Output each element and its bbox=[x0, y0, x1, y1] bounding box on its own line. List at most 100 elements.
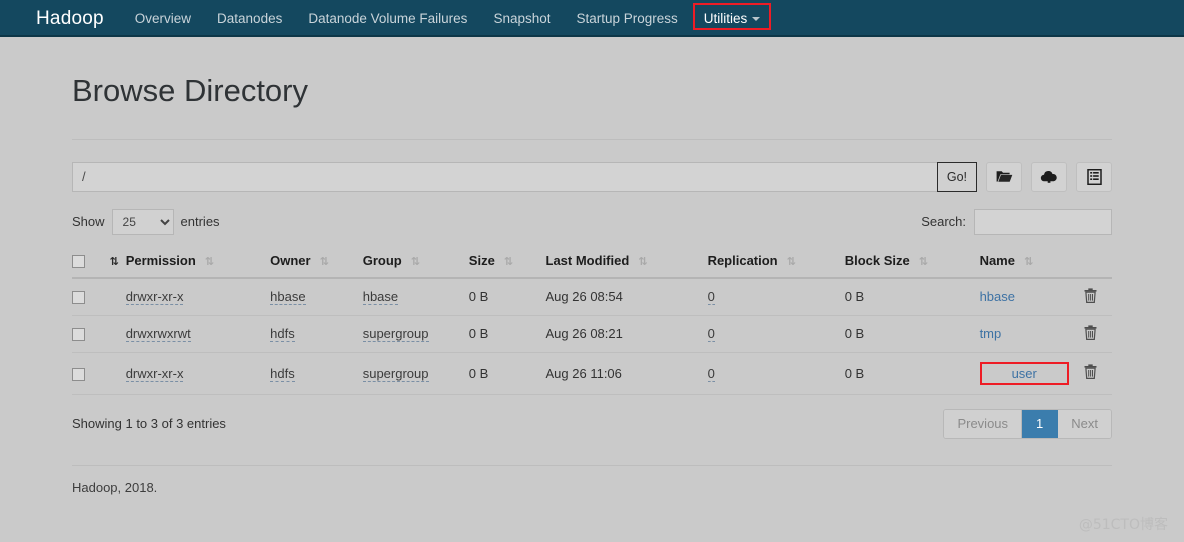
nav-item-startup-progress[interactable]: Startup Progress bbox=[563, 0, 690, 35]
cell-permission: drwxr-xr-x bbox=[125, 352, 271, 395]
file-name-link[interactable]: hbase bbox=[980, 289, 1015, 304]
entries-label: entries bbox=[180, 214, 220, 230]
cell-last-modified: Aug 26 11:06 bbox=[545, 352, 708, 395]
column-header-select-all[interactable] bbox=[72, 246, 101, 279]
row-spacer-cell bbox=[100, 352, 126, 395]
replication-value[interactable]: 0 bbox=[707, 365, 715, 382]
sort-both-icon[interactable]: ⇅ bbox=[787, 255, 796, 268]
column-header-permission[interactable]: Permission ⇅ bbox=[125, 246, 271, 279]
show-entries-control: Show 25 50 100 entries bbox=[72, 208, 227, 235]
permission-value[interactable]: drwxr-xr-x bbox=[125, 365, 184, 382]
column-header-group[interactable]: Group ⇅ bbox=[362, 246, 469, 279]
group-value[interactable]: supergroup bbox=[362, 365, 429, 382]
select-all-checkbox[interactable] bbox=[72, 254, 85, 268]
cell-block-size: 0 B bbox=[844, 352, 980, 395]
column-header-last-modified[interactable]: Last Modified ⇅ bbox=[545, 246, 708, 279]
cell-replication: 0 bbox=[707, 315, 845, 353]
column-header-block-size-label: Block Size bbox=[844, 252, 910, 268]
annotation-box-user-link: user bbox=[979, 361, 1069, 385]
cell-name: tmp bbox=[979, 315, 1069, 353]
file-name-link[interactable]: tmp bbox=[980, 326, 1002, 341]
permission-value[interactable]: drwxrwxrwt bbox=[125, 326, 191, 343]
column-header-permission-label: Permission bbox=[125, 252, 196, 268]
replication-value[interactable]: 0 bbox=[707, 326, 715, 343]
folder-open-icon bbox=[996, 169, 1013, 184]
row-checkbox[interactable] bbox=[72, 328, 85, 342]
upload-file-button[interactable] bbox=[1031, 161, 1067, 192]
nav-item-datanodes[interactable]: Datanodes bbox=[204, 0, 295, 35]
group-value[interactable]: hbase bbox=[362, 289, 399, 306]
row-checkbox[interactable] bbox=[72, 367, 85, 381]
sort-both-icon[interactable]: ⇅ bbox=[1024, 255, 1033, 268]
cell-replication: 0 bbox=[707, 277, 845, 316]
path-input-group: Go! bbox=[72, 161, 977, 192]
replication-value[interactable]: 0 bbox=[707, 289, 715, 306]
nav-item-datanode-volume-failures[interactable]: Datanode Volume Failures bbox=[295, 0, 480, 35]
cut-high-availability-button[interactable] bbox=[1076, 161, 1112, 192]
pagination-next[interactable]: Next bbox=[1058, 409, 1111, 438]
row-checkbox[interactable] bbox=[72, 291, 85, 305]
table-footer: Showing 1 to 3 of 3 entries Previous 1 N… bbox=[72, 408, 1112, 439]
cell-owner: hbase bbox=[270, 277, 363, 316]
entries-per-page-select[interactable]: 25 50 100 bbox=[111, 208, 174, 235]
sort-both-icon[interactable]: ⇅ bbox=[205, 255, 214, 268]
table-row: drwxrwxrwt hdfs supergroup 0 B Aug 26 08… bbox=[72, 315, 1112, 353]
column-header-replication[interactable]: Replication ⇅ bbox=[707, 246, 845, 279]
directory-path-input[interactable] bbox=[72, 161, 937, 192]
cell-last-modified: Aug 26 08:54 bbox=[545, 277, 708, 316]
go-button[interactable]: Go! bbox=[936, 161, 977, 192]
table-head: ⇅ Permission ⇅ Owner ⇅ Group ⇅ Size ⇅ Last M… bbox=[72, 246, 1112, 279]
search-input[interactable] bbox=[974, 208, 1112, 235]
cell-delete[interactable] bbox=[1068, 277, 1112, 316]
cell-group: supergroup bbox=[362, 352, 469, 395]
sort-both-icon[interactable]: ⇅ bbox=[638, 255, 647, 268]
column-header-size[interactable]: Size ⇅ bbox=[468, 246, 546, 279]
cell-owner: hdfs bbox=[270, 352, 363, 395]
column-header-block-size[interactable]: Block Size ⇅ bbox=[844, 246, 980, 279]
file-name-link[interactable]: user bbox=[1012, 366, 1037, 381]
sort-descending-icon[interactable]: ⇅ bbox=[109, 255, 118, 268]
new-directory-button[interactable] bbox=[986, 161, 1022, 192]
pagination-previous[interactable]: Previous bbox=[944, 409, 1023, 438]
cell-owner: hdfs bbox=[270, 315, 363, 353]
column-header-sort-indicator[interactable]: ⇅ bbox=[100, 246, 126, 279]
column-header-actions bbox=[1068, 246, 1112, 279]
search-label: Search: bbox=[921, 214, 966, 230]
pagination-page-1[interactable]: 1 bbox=[1022, 409, 1059, 438]
cell-group: supergroup bbox=[362, 315, 469, 353]
column-header-name[interactable]: Name ⇅ bbox=[979, 246, 1069, 279]
cell-delete[interactable] bbox=[1068, 352, 1112, 395]
owner-value[interactable]: hdfs bbox=[270, 365, 295, 382]
list-details-icon bbox=[1086, 168, 1102, 185]
trash-icon[interactable] bbox=[1084, 325, 1097, 343]
trash-icon[interactable] bbox=[1084, 288, 1097, 306]
group-value[interactable]: supergroup bbox=[362, 326, 429, 343]
sort-both-icon[interactable]: ⇅ bbox=[320, 255, 329, 268]
hadoop-brand[interactable]: Hadoop bbox=[36, 0, 122, 35]
main-container: Browse Directory Go! bbox=[72, 37, 1112, 495]
row-spacer-cell bbox=[100, 315, 126, 353]
table-body: drwxr-xr-x hbase hbase 0 B Aug 26 08:54 … bbox=[72, 277, 1112, 395]
search-control: Search: bbox=[921, 208, 1112, 235]
owner-value[interactable]: hbase bbox=[270, 289, 306, 306]
sort-both-icon[interactable]: ⇅ bbox=[504, 255, 513, 268]
nav-item-overview[interactable]: Overview bbox=[122, 0, 204, 35]
row-select-cell[interactable] bbox=[72, 277, 101, 316]
pagination: Previous 1 Next bbox=[943, 408, 1112, 439]
nav-item-snapshot-label: Snapshot bbox=[493, 11, 551, 26]
row-select-cell[interactable] bbox=[72, 352, 101, 395]
permission-value[interactable]: drwxr-xr-x bbox=[125, 289, 184, 306]
sort-both-icon[interactable]: ⇅ bbox=[411, 255, 420, 268]
row-select-cell[interactable] bbox=[72, 315, 101, 353]
footer-text: Hadoop, 2018. bbox=[72, 479, 158, 495]
sort-both-icon[interactable]: ⇅ bbox=[919, 255, 928, 268]
owner-value[interactable]: hdfs bbox=[270, 326, 295, 343]
cell-replication: 0 bbox=[707, 352, 845, 395]
nav-item-datanodes-label: Datanodes bbox=[217, 11, 283, 26]
nav-item-snapshot[interactable]: Snapshot bbox=[480, 0, 563, 35]
nav-item-utilities[interactable]: Utilities bbox=[691, 0, 774, 35]
trash-icon[interactable] bbox=[1084, 364, 1097, 382]
cell-delete[interactable] bbox=[1068, 315, 1112, 353]
show-label: Show bbox=[72, 214, 105, 230]
column-header-owner[interactable]: Owner ⇅ bbox=[270, 246, 363, 279]
